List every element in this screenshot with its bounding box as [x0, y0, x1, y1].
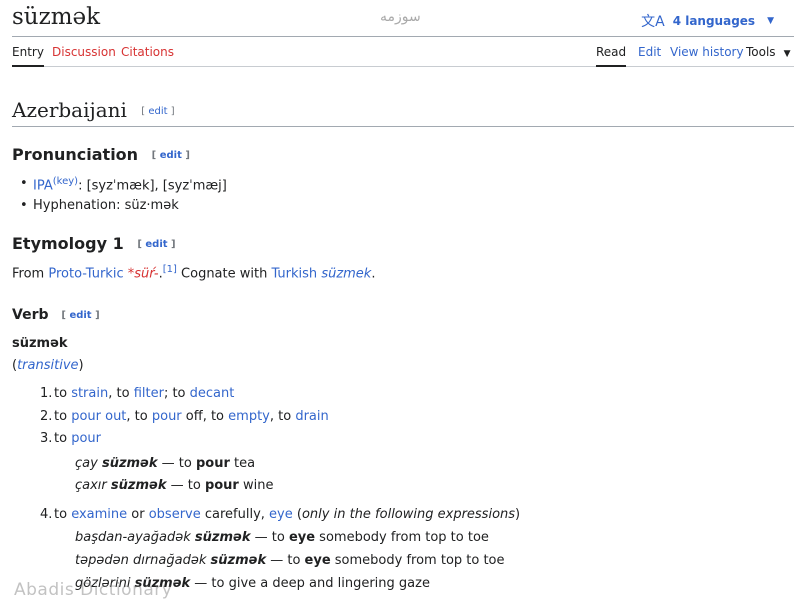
transitive-label: (transitive) — [12, 358, 84, 373]
ipa-key-link[interactable]: (key) — [53, 176, 78, 187]
sense-number: 3. — [40, 431, 53, 446]
verb-heading: Verb [ edit ] — [12, 307, 100, 323]
examine-link[interactable]: examine — [71, 507, 127, 522]
page-title: süzmək — [12, 4, 101, 30]
example-3a: çay süzmək — to pour tea — [75, 456, 256, 471]
etymology-heading: Etymology 1 [ edit ] — [12, 234, 176, 253]
headword: süzmək — [12, 336, 68, 351]
language-heading: Azerbaijani [ edit ] — [12, 98, 794, 127]
example-4b: təpədən dırnağadək süzmək — to eye someb… — [75, 553, 505, 568]
proto-turkic-link[interactable]: Proto-Turkic — [48, 266, 123, 281]
tab-view-history[interactable]: View history — [670, 45, 744, 59]
transitive-link[interactable]: transitive — [17, 358, 78, 373]
languages-label: 4 languages — [672, 14, 756, 28]
sense-3: to pour — [54, 431, 101, 446]
example-4a: başdan-ayağadək süzmək — to eye somebody… — [75, 530, 489, 545]
sense-2: to pour out, to pour off, to empty, to d… — [54, 409, 329, 424]
edit-section-link[interactable]: [ edit ] — [137, 239, 175, 250]
tab-discussion[interactable]: Discussion — [52, 45, 116, 59]
tab-read[interactable]: Read — [596, 45, 627, 67]
example-3b: çaxır süzmək — to pour wine — [75, 478, 274, 493]
chevron-down-icon: ▼ — [783, 49, 791, 59]
languages-button[interactable]: 文A 4 languages ▼ — [641, 11, 774, 31]
ipa-link[interactable]: IPA — [33, 178, 53, 193]
eye-link[interactable]: eye — [269, 507, 293, 522]
tab-citations[interactable]: Citations — [121, 45, 174, 59]
pronunciation-heading: Pronunciation [ edit ] — [12, 145, 190, 164]
pour-link[interactable]: pour — [152, 409, 182, 424]
turkish-word-link[interactable]: süzmek — [321, 266, 371, 281]
tools-dropdown[interactable]: Tools ▼ — [746, 45, 790, 59]
sense-number: 1. — [40, 386, 53, 401]
sense-1: to strain, to filter; to decant — [54, 386, 235, 401]
hyphenation-line: Hyphenation: süz‧mək — [20, 198, 179, 213]
page-tabs: Entry Discussion Citations Read Edit Vie… — [12, 36, 794, 67]
filter-link[interactable]: filter — [134, 386, 164, 401]
edit-section-link[interactable]: [ edit ] — [141, 106, 174, 117]
tools-label: Tools — [746, 45, 776, 59]
sense-4: to examine or observe carefully, eye (on… — [54, 507, 521, 522]
watermark: Abadis Dictionary — [14, 580, 173, 600]
observe-link[interactable]: observe — [149, 507, 201, 522]
tab-edit[interactable]: Edit — [638, 45, 661, 59]
chevron-down-icon: ▼ — [767, 16, 774, 26]
reference-link[interactable]: [1] — [163, 264, 177, 275]
edit-section-link[interactable]: [ edit ] — [61, 310, 99, 321]
drain-link[interactable]: drain — [295, 409, 328, 424]
translate-icon: 文A — [641, 14, 665, 30]
root-link[interactable]: *süŕ- — [128, 266, 159, 281]
empty-link[interactable]: empty — [228, 409, 270, 424]
sense-number: 2. — [40, 409, 53, 424]
edit-section-link[interactable]: [ edit ] — [152, 150, 190, 161]
decant-link[interactable]: decant — [190, 386, 235, 401]
pour-link[interactable]: pour — [71, 431, 101, 446]
etymology-text: From Proto-Turkic *süŕ-.[1] Cognate with… — [12, 264, 376, 282]
persian-script: سوزمه — [380, 9, 421, 25]
turkish-link[interactable]: Turkish — [271, 266, 317, 281]
ipa-line: IPA(key): [syzˈmæk], [syzˈmæj] — [20, 176, 227, 193]
tab-entry[interactable]: Entry — [12, 45, 44, 67]
pour-out-link[interactable]: pour out — [71, 409, 126, 424]
page-header: süzmək سوزمه 文A 4 languages ▼ — [12, 0, 794, 37]
sense-number: 4. — [40, 507, 53, 522]
strain-link[interactable]: strain — [71, 386, 108, 401]
language-heading-text: Azerbaijani — [12, 98, 127, 122]
